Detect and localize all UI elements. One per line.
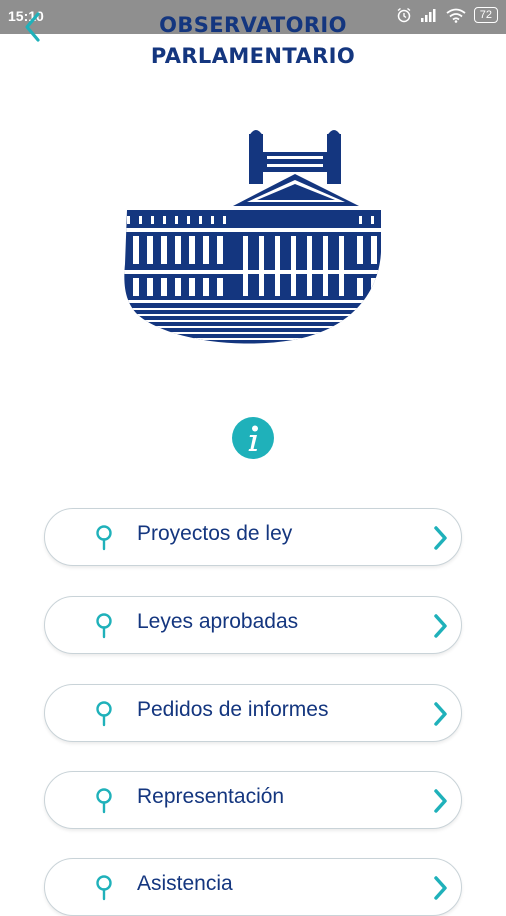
chevron-right-icon xyxy=(434,789,447,813)
chevron-right-icon xyxy=(434,702,447,726)
menu-item-label: Leyes aprobadas xyxy=(137,610,299,633)
pin-icon xyxy=(96,525,112,551)
menu-item-label: Pedidos de informes xyxy=(137,698,329,721)
menu-item-label: Proyectos de ley xyxy=(137,522,293,545)
menu-item-asistencia[interactable]: Asistencia xyxy=(44,858,462,916)
pin-icon xyxy=(96,613,112,639)
chevron-right-icon xyxy=(434,876,447,900)
chevron-right-icon xyxy=(434,614,447,638)
menu-item-label: Asistencia xyxy=(137,872,233,895)
title-line-1: OBSERVATORIO xyxy=(159,13,347,37)
menu-item-label: Representación xyxy=(137,785,285,808)
pin-icon xyxy=(96,788,112,814)
parliament-building-logo xyxy=(124,130,381,344)
info-button[interactable] xyxy=(232,417,274,459)
chevron-right-icon xyxy=(434,526,447,550)
menu-item-proyectos-de-ley[interactable]: Proyectos de ley xyxy=(44,508,462,566)
menu-item-pedidos-de-informes[interactable]: Pedidos de informes xyxy=(44,684,462,742)
page-title: OBSERVATORIO PARLAMENTARIO xyxy=(0,10,506,72)
menu-item-representacion[interactable]: Representación xyxy=(44,771,462,829)
menu-item-leyes-aprobadas[interactable]: Leyes aprobadas xyxy=(44,596,462,654)
pin-icon xyxy=(96,875,112,901)
info-icon xyxy=(248,425,258,451)
title-line-2: PARLAMENTARIO xyxy=(150,44,356,68)
pin-icon xyxy=(96,701,112,727)
